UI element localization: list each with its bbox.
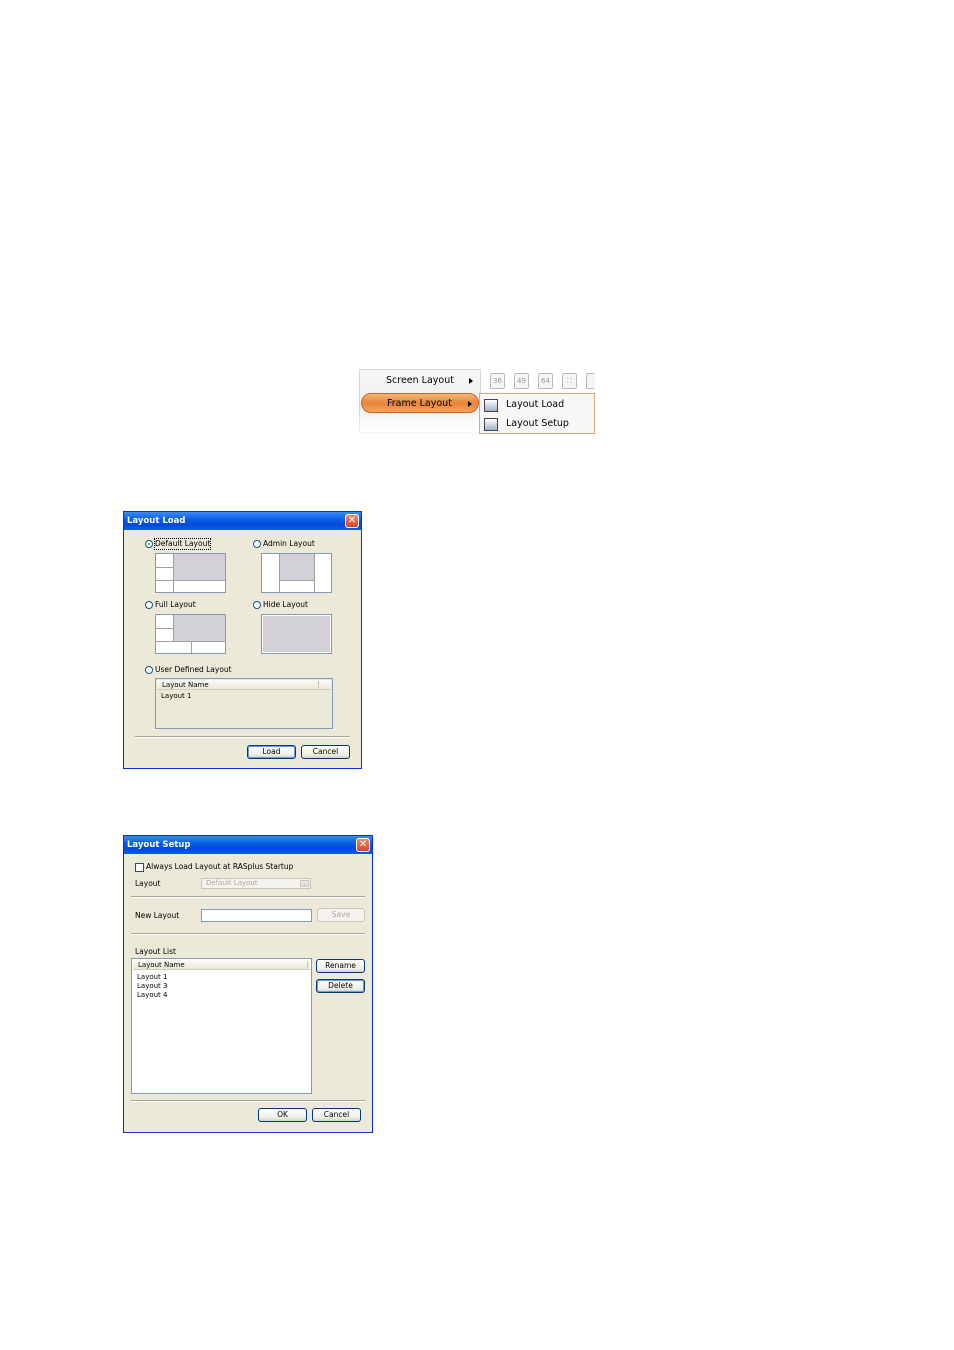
- layout-setup-dialog: Layout Setup ✕ Always Load Layout at RAS…: [123, 835, 373, 1133]
- always-load-label[interactable]: Always Load Layout at RASplus Startup: [146, 862, 293, 872]
- radio-hide-layout[interactable]: [253, 601, 261, 609]
- radio-label-full-layout[interactable]: Full Layout: [155, 600, 196, 610]
- more-icon[interactable]: [586, 373, 595, 389]
- always-load-checkbox[interactable]: [135, 863, 144, 872]
- cancel-button[interactable]: Cancel: [312, 1108, 361, 1122]
- close-button[interactable]: ✕: [356, 838, 370, 852]
- submenu-item-label: Layout Load: [506, 399, 565, 410]
- fullscreen-icon[interactable]: ⛶: [562, 373, 577, 389]
- layout-label: Layout: [135, 879, 161, 888]
- preview-default-layout: [155, 553, 226, 593]
- column-header-layout-name[interactable]: Layout Name: [133, 960, 310, 970]
- divider: [135, 736, 350, 738]
- radio-label-user-defined-layout[interactable]: User Defined Layout: [155, 665, 232, 675]
- radio-user-defined-layout[interactable]: [145, 666, 153, 674]
- submenu-item-label: Layout Setup: [506, 418, 569, 429]
- menu-item-label: Frame Layout: [387, 398, 452, 409]
- list-item[interactable]: Layout 3: [137, 982, 167, 991]
- dialog-title: Layout Setup: [127, 840, 191, 850]
- close-button[interactable]: ✕: [345, 514, 359, 528]
- radio-full-layout[interactable]: [145, 601, 153, 609]
- menu-item-label: Screen Layout: [386, 375, 454, 386]
- save-button[interactable]: Save: [317, 908, 365, 922]
- close-icon: ✕: [358, 839, 368, 850]
- radio-default-layout[interactable]: [145, 540, 153, 548]
- submenu-item-layout-load[interactable]: Layout Load: [484, 396, 588, 414]
- dialog-titlebar: Layout Load ✕: [124, 512, 361, 530]
- preview-admin-layout: [261, 553, 332, 593]
- column-header-layout-name[interactable]: Layout Name: [157, 680, 331, 690]
- menu-reflection: [359, 414, 481, 436]
- menu-item-frame-layout[interactable]: Frame Layout: [361, 393, 479, 413]
- radio-label-admin-layout[interactable]: Admin Layout: [263, 539, 315, 549]
- cancel-button[interactable]: Cancel: [301, 745, 350, 759]
- list-item[interactable]: Layout 1: [161, 692, 191, 701]
- divider: [131, 896, 365, 898]
- close-icon: ✕: [347, 515, 357, 526]
- dialog-title: Layout Load: [127, 516, 186, 526]
- load-button[interactable]: Load: [247, 745, 296, 759]
- menu-item-screen-layout[interactable]: Screen Layout: [361, 371, 479, 391]
- toolbar-strip: 36 49 64 ⛶: [484, 371, 596, 391]
- layout-select-value: Default Layout: [206, 879, 258, 887]
- dialog-titlebar: Layout Setup ✕: [124, 836, 372, 854]
- divider: [131, 1100, 365, 1102]
- submenu-arrow-icon: [469, 378, 473, 384]
- ok-button[interactable]: OK: [258, 1108, 307, 1122]
- preview-full-layout: [155, 614, 226, 654]
- radio-label-default-layout[interactable]: Default Layout: [153, 538, 212, 550]
- list-item[interactable]: Layout 4: [137, 991, 167, 1000]
- layout-list[interactable]: Layout Name Layout 1 Layout 3 Layout 4: [131, 958, 312, 1094]
- split-64-icon[interactable]: 64: [538, 373, 553, 389]
- column-divider: [307, 961, 308, 968]
- radio-admin-layout[interactable]: [253, 540, 261, 548]
- new-layout-label: New Layout: [135, 911, 180, 920]
- divider: [131, 933, 365, 935]
- radio-label-hide-layout[interactable]: Hide Layout: [263, 600, 308, 610]
- layout-select[interactable]: Default Layout ⌄: [201, 878, 311, 889]
- frame-layout-submenu: Layout Load Layout Setup: [479, 393, 595, 434]
- delete-button[interactable]: Delete: [316, 979, 365, 993]
- chevron-down-icon: ⌄: [300, 880, 309, 887]
- layout-setup-icon: [484, 418, 498, 431]
- preview-hide-layout: [261, 614, 332, 654]
- split-49-icon[interactable]: 49: [514, 373, 529, 389]
- layout-load-icon: [484, 399, 498, 412]
- rename-button[interactable]: Rename: [316, 959, 365, 973]
- column-divider: [318, 681, 319, 688]
- column-header-label: Layout Name: [138, 961, 185, 969]
- submenu-item-layout-setup[interactable]: Layout Setup: [484, 415, 588, 433]
- list-item[interactable]: Layout 1: [137, 973, 167, 982]
- column-header-label: Layout Name: [162, 681, 209, 689]
- layout-load-dialog: Layout Load ✕ Default Layout Admin Layou…: [123, 511, 362, 769]
- split-36-icon[interactable]: 36: [490, 373, 505, 389]
- user-layout-list[interactable]: Layout Name Layout 1: [155, 678, 333, 729]
- layout-list-label: Layout List: [135, 947, 176, 956]
- submenu-arrow-icon: [468, 401, 472, 407]
- new-layout-input[interactable]: [201, 909, 312, 922]
